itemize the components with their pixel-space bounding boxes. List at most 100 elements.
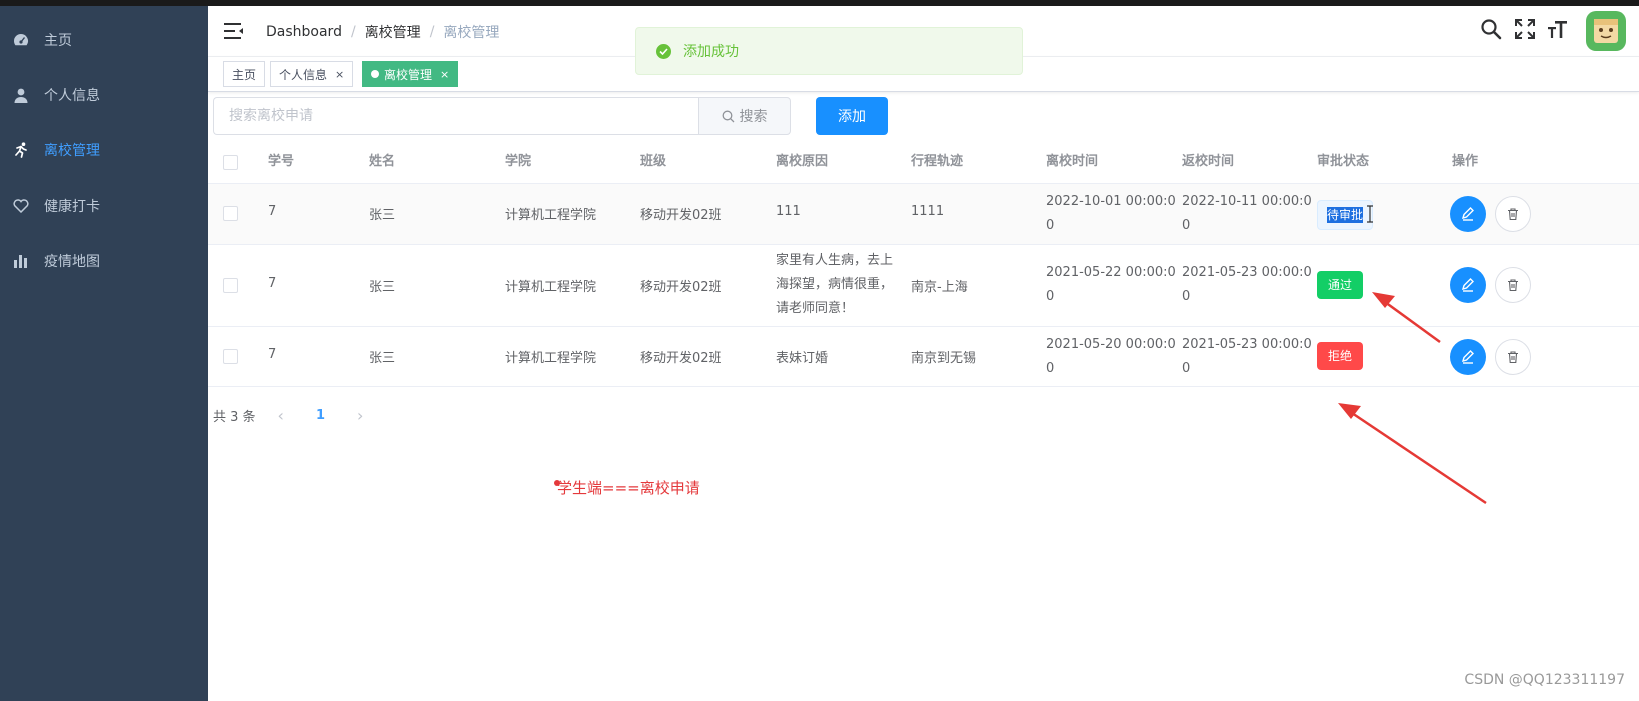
caption-text: 学生端===离校申请	[557, 479, 700, 497]
active-dot-icon	[371, 70, 379, 78]
edit-button[interactable]	[1450, 339, 1486, 375]
sidebar-item-profile[interactable]: 个人信息	[0, 67, 208, 123]
hamburger-icon[interactable]	[224, 22, 244, 40]
column-header: 返校时间	[1182, 154, 1235, 169]
pagination-total: 共 3 条	[213, 409, 256, 425]
cell-class: 移动开发02班	[640, 280, 722, 295]
cell-reason: 家里有人生病，去上 海探望，病情很重， 请老师同意！	[776, 249, 893, 321]
reason-line: 家里有人生病，去上	[776, 253, 894, 268]
return-time-line: 2021-05-23 00:00:0	[1182, 265, 1312, 280]
trash-icon	[1508, 279, 1518, 292]
status-badge-text: 待审批	[1327, 207, 1364, 223]
cell-name: 张三	[369, 280, 396, 295]
arrow-to-reject-badge	[1338, 403, 1487, 505]
cell-name: 张三	[369, 208, 396, 223]
fullscreen-icon[interactable]	[1514, 18, 1536, 44]
column-header: 学院	[505, 154, 532, 169]
close-icon[interactable]: ×	[440, 68, 449, 81]
search-icon[interactable]	[1480, 18, 1502, 44]
annotation-caption: 学生端===离校申请	[554, 477, 700, 498]
column-header: 离校原因	[776, 154, 829, 169]
delete-button[interactable]	[1495, 196, 1531, 232]
font-size-icon[interactable]	[1547, 18, 1569, 44]
return-time-line: 2022-10-11 00:00:0	[1182, 194, 1312, 209]
reason-line: 海探望，病情很重，	[776, 277, 894, 292]
sidebar-item-health-checkin[interactable]: 健康打卡	[0, 178, 208, 234]
column-header: 学号	[268, 154, 295, 169]
cell-college: 计算机工程学院	[505, 351, 597, 366]
row-checkbox[interactable]	[223, 349, 238, 364]
cell-id: 7	[268, 347, 277, 362]
cell-id: 7	[268, 204, 277, 219]
column-header: 班级	[640, 154, 667, 169]
sidebar-item-label: 离校管理	[44, 143, 100, 159]
tag-profile[interactable]: 个人信息 ×	[270, 61, 354, 87]
chart-icon	[13, 253, 29, 269]
trash-icon	[1508, 351, 1518, 364]
bullet-dot	[554, 480, 560, 486]
sidebar-item-leave-management[interactable]: 离校管理	[0, 122, 208, 178]
avatar[interactable]	[1586, 11, 1626, 51]
table-header: 学号 姓名 学院 班级 离校原因 行程轨迹 离校时间 返校时间 审批状态 操作	[208, 141, 1639, 184]
column-header: 审批状态	[1317, 154, 1370, 169]
trash-icon	[1508, 208, 1518, 221]
return-time-line: 0	[1182, 289, 1191, 304]
row-checkbox[interactable]	[223, 278, 238, 293]
breadcrumb-separator: /	[429, 24, 435, 40]
cell-return-time: 2021-05-23 00:00:0 0	[1182, 333, 1312, 381]
tag-label: 离校管理	[384, 67, 433, 82]
cell-return-time: 2022-10-11 00:00:0 0	[1182, 190, 1312, 238]
leave-time-line: 2022-10-01 00:00:0	[1046, 194, 1176, 209]
edit-button[interactable]	[1450, 267, 1486, 303]
add-button[interactable]: 添加	[816, 97, 888, 135]
chevron-right-icon[interactable]: ›	[357, 406, 363, 425]
sidebar-item-label: 个人信息	[44, 88, 100, 104]
close-icon[interactable]: ×	[335, 68, 344, 81]
edit-icon	[1461, 350, 1474, 364]
select-all-checkbox[interactable]	[223, 155, 238, 170]
cell-name: 张三	[369, 351, 396, 366]
tag-label: 个人信息	[279, 67, 328, 82]
watermark: CSDN @QQ123311197	[1464, 672, 1625, 688]
success-message: 添加成功	[635, 27, 1023, 75]
search-icon	[722, 110, 735, 123]
breadcrumb-dashboard[interactable]: Dashboard	[266, 24, 342, 40]
leave-time-line: 0	[1046, 289, 1055, 304]
return-time-line: 0	[1182, 361, 1191, 376]
status-badge-pending: 待审批	[1317, 200, 1374, 230]
cell-return-time: 2021-05-23 00:00:0 0	[1182, 261, 1312, 309]
cell-class: 移动开发02班	[640, 351, 722, 366]
row-checkbox[interactable]	[223, 206, 238, 221]
table-row[interactable]: 7 张三 计算机工程学院 移动开发02班 111 1111 2022-10-01…	[208, 184, 1639, 245]
chevron-left-icon[interactable]: ‹	[278, 406, 284, 425]
leave-table: 学号 姓名 学院 班级 离校原因 行程轨迹 离校时间 返校时间 审批状态 操作 …	[208, 141, 1639, 387]
delete-button[interactable]	[1495, 267, 1531, 303]
table-row[interactable]: 7 张三 计算机工程学院 移动开发02班 家里有人生病，去上 海探望，病情很重，…	[208, 245, 1639, 327]
tag-home[interactable]: 主页	[223, 61, 266, 87]
cell-leave-time: 2022-10-01 00:00:0 0	[1046, 190, 1176, 238]
edit-icon	[1461, 278, 1474, 292]
page-number[interactable]: 1	[316, 408, 325, 423]
search-button-label: 搜索	[739, 109, 768, 125]
column-header: 离校时间	[1046, 154, 1099, 169]
sidebar-item-label: 健康打卡	[44, 199, 100, 215]
tag-leave-management[interactable]: 离校管理 ×	[362, 61, 459, 87]
breadcrumb-leave-management[interactable]: 离校管理	[365, 22, 421, 42]
sidebar-item-home[interactable]: 主页	[0, 12, 208, 68]
search-input[interactable]	[213, 97, 698, 135]
text-cursor-icon	[1366, 205, 1374, 227]
cell-class: 移动开发02班	[640, 208, 722, 223]
table-row[interactable]: 7 张三 计算机工程学院 移动开发02班 表妹订婚 南京到无锡 2021-05-…	[208, 327, 1639, 387]
success-message-text: 添加成功	[683, 44, 739, 60]
search-button[interactable]: 搜索	[698, 97, 791, 135]
sidebar-item-epidemic-map[interactable]: 疫情地图	[0, 233, 208, 289]
cell-leave-time: 2021-05-22 00:00:0 0	[1046, 261, 1176, 309]
edit-button[interactable]	[1450, 196, 1486, 232]
status-badge-pass: 通过	[1317, 271, 1364, 299]
breadcrumb-separator: /	[350, 24, 356, 40]
cell-college: 计算机工程学院	[505, 280, 597, 295]
column-header: 操作	[1452, 154, 1479, 169]
delete-button[interactable]	[1495, 339, 1531, 375]
breadcrumb: Dashboard / 离校管理 / 离校管理	[266, 22, 499, 42]
leave-time-line: 2021-05-22 00:00:0	[1046, 265, 1176, 280]
